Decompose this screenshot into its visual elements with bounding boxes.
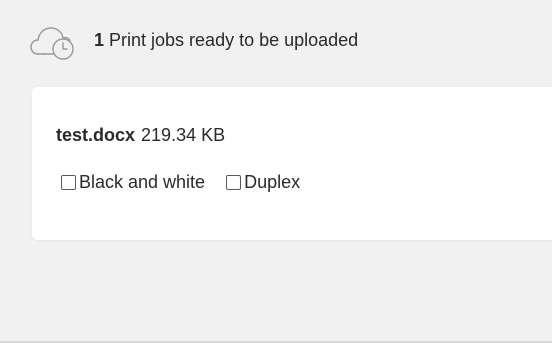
black-and-white-option[interactable]: Black and white bbox=[61, 172, 205, 193]
print-job-count: 1 bbox=[94, 29, 105, 50]
upload-panel: 1 Print jobs ready to be uploaded test.do… bbox=[0, 0, 552, 343]
duplex-checkbox[interactable] bbox=[226, 175, 242, 190]
file-name: test.docx bbox=[56, 125, 136, 145]
black-and-white-label[interactable]: Black and white bbox=[79, 172, 205, 193]
print-options: Black and white Duplex bbox=[61, 172, 300, 193]
black-and-white-checkbox[interactable] bbox=[61, 175, 76, 190]
upload-status-text: 1 Print jobs ready to be uploaded bbox=[94, 30, 358, 51]
cloud-clock-icon bbox=[30, 27, 74, 60]
upload-status-label: Print jobs ready to be uploaded bbox=[109, 29, 359, 50]
print-job-card: test.docx 219.34 KB Black and white Duple… bbox=[32, 87, 552, 240]
duplex-option[interactable]: Duplex bbox=[226, 172, 300, 193]
upload-status-header: 1 Print jobs ready to be uploaded bbox=[30, 20, 358, 60]
file-size: 219.34 KB bbox=[141, 125, 226, 145]
file-info: test.docx 219.34 KB bbox=[56, 125, 225, 146]
duplex-label[interactable]: Duplex bbox=[244, 172, 300, 193]
